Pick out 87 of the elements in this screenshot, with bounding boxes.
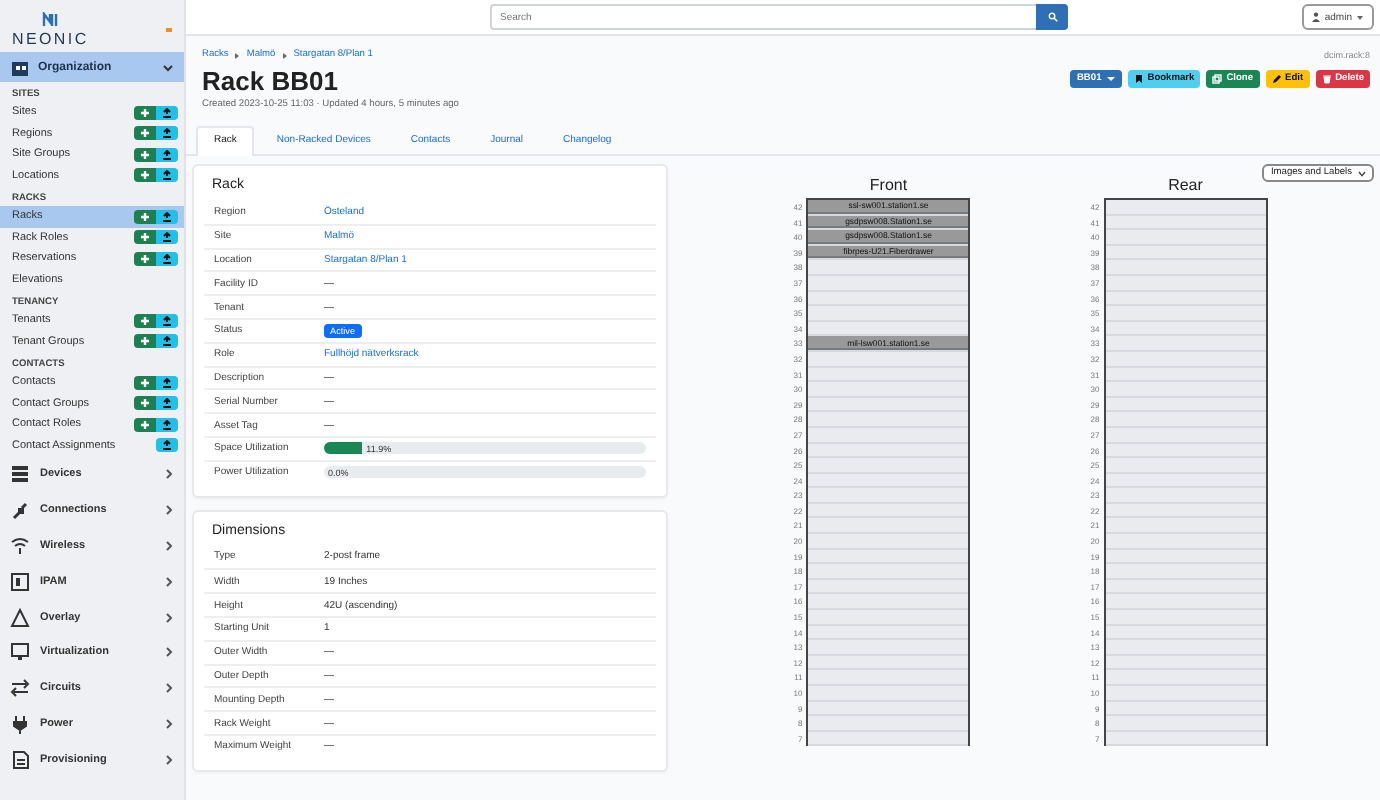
upload-icon: [162, 336, 172, 347]
chevron-right-icon: [164, 467, 174, 480]
upload-icon: [162, 440, 172, 451]
person-icon: [1312, 12, 1321, 22]
cable-icon: [10, 499, 30, 520]
chevron-right-icon: [164, 718, 174, 731]
import-button[interactable]: [156, 313, 178, 328]
chevron-right-icon: [164, 754, 174, 767]
search-icon: [1047, 12, 1057, 22]
monitor-icon: [10, 642, 30, 663]
chevron-right-icon: [164, 682, 174, 695]
upload-icon: [162, 377, 172, 388]
chevron-down-icon: [162, 61, 174, 73]
import-button[interactable]: [156, 438, 178, 453]
add-button[interactable]: [134, 334, 156, 349]
chevron-right-icon: [164, 575, 174, 588]
logo-icon: [42, 12, 59, 28]
add-button[interactable]: [134, 251, 156, 266]
import-button[interactable]: [156, 230, 178, 245]
wifi-icon: [10, 535, 30, 556]
upload-icon: [162, 128, 172, 139]
plus-icon: [140, 419, 150, 430]
plus-icon: [140, 170, 150, 181]
add-button[interactable]: [134, 230, 156, 245]
upload-icon: [162, 419, 172, 430]
document-icon: [10, 750, 30, 771]
upload-icon: [162, 315, 172, 326]
import-button[interactable]: [156, 417, 178, 432]
import-button[interactable]: [156, 147, 178, 162]
upload-icon: [162, 170, 172, 181]
upload-icon: [162, 253, 172, 264]
plus-icon: [140, 232, 150, 243]
plus-icon: [140, 128, 150, 139]
rack-face-title: Front: [869, 176, 908, 194]
import-button[interactable]: [156, 334, 178, 349]
import-button[interactable]: [156, 126, 178, 141]
plus-icon: [140, 336, 150, 347]
plus-icon: [140, 377, 150, 388]
plus-icon: [140, 211, 150, 222]
import-button[interactable]: [156, 396, 178, 411]
logo-text: NEONIC: [12, 30, 89, 48]
import-button[interactable]: [156, 251, 178, 266]
import-button[interactable]: [156, 105, 178, 120]
plug-icon: [10, 714, 30, 735]
plus-icon: [140, 149, 150, 160]
copy-icon: [1212, 74, 1223, 84]
caret-down-icon: [1105, 74, 1116, 84]
chevron-right-icon: [164, 503, 174, 516]
chevron-down-icon: [1358, 169, 1366, 177]
circuit-icon: [10, 678, 30, 699]
network-icon: [10, 571, 30, 592]
upload-icon: [162, 398, 172, 409]
plus-icon: [140, 253, 150, 264]
upload-icon: [162, 107, 172, 118]
pencil-icon: [1271, 74, 1282, 84]
add-button[interactable]: [134, 313, 156, 328]
import-button[interactable]: [156, 375, 178, 390]
triangle-icon: [10, 607, 30, 627]
plus-icon: [140, 398, 150, 409]
caret-down-icon: [1356, 13, 1364, 21]
chevron-right-icon: [164, 646, 174, 659]
building-icon: [10, 57, 30, 77]
breadcrumb-separator-icon: [234, 51, 241, 59]
plus-icon: [140, 315, 150, 326]
rack-face-title: Rear: [1168, 176, 1203, 194]
add-button[interactable]: [134, 396, 156, 411]
upload-icon: [162, 232, 172, 243]
add-button[interactable]: [134, 209, 156, 224]
add-button[interactable]: [134, 105, 156, 120]
search-button[interactable]: [1036, 4, 1068, 30]
import-button[interactable]: [156, 168, 178, 183]
add-button[interactable]: [134, 126, 156, 141]
upload-icon: [162, 211, 172, 222]
import-button[interactable]: [156, 209, 178, 224]
add-button[interactable]: [134, 417, 156, 432]
bookmark-icon: [1133, 74, 1144, 84]
server-icon: [10, 463, 30, 484]
breadcrumb-separator-icon: [281, 51, 288, 59]
chevron-right-icon: [164, 539, 174, 552]
plus-icon: [140, 107, 150, 118]
page-title: Rack BB01: [202, 66, 340, 96]
upload-icon: [162, 149, 172, 160]
add-button[interactable]: [134, 168, 156, 183]
trash-icon: [1321, 74, 1332, 84]
chevron-right-icon: [164, 611, 174, 623]
add-button[interactable]: [134, 375, 156, 390]
add-button[interactable]: [134, 147, 156, 162]
